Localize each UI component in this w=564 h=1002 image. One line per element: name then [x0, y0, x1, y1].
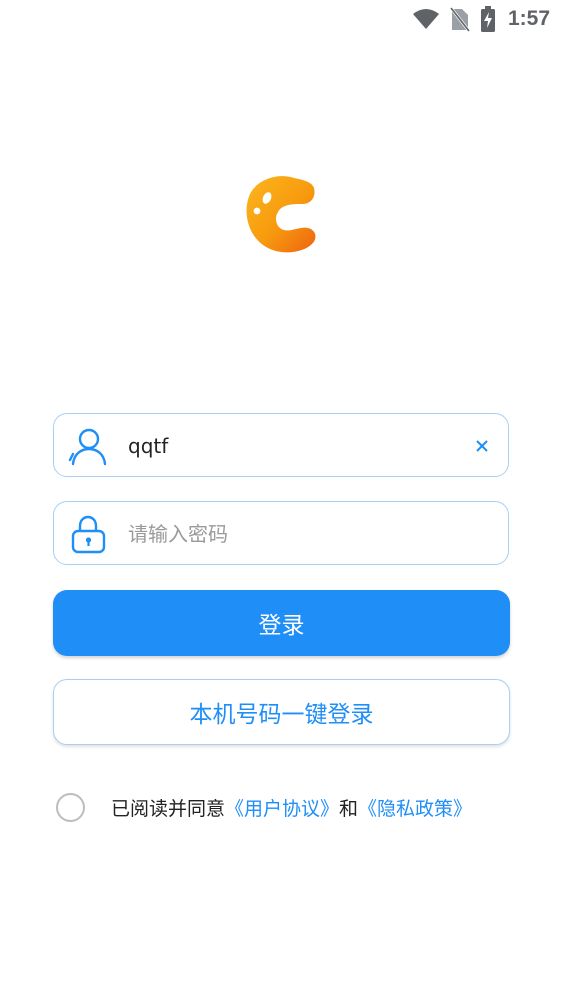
username-input[interactable] [128, 426, 458, 466]
agreement-prefix: 已阅读并同意 [111, 797, 226, 820]
privacy-policy-link[interactable]: 《隐私政策》 [358, 798, 472, 820]
app-logo [246, 176, 316, 253]
one-key-login-label: 本机号码一键登录 [189, 702, 374, 728]
login-button-label: 登录 [258, 613, 305, 639]
user-agreement-link[interactable]: 《用户协议》 [225, 798, 339, 820]
agreement-text: 已阅读并同意《用户协议》和《隐私政策》 [111, 794, 472, 821]
one-key-login-button[interactable]: 本机号码一键登录 [53, 679, 510, 745]
agreement-and: 和 [339, 797, 359, 820]
login-button[interactable]: 登录 [53, 590, 510, 656]
lock-icon [71, 515, 106, 554]
agreement-checkbox[interactable] [56, 792, 85, 822]
no-sim-icon [449, 7, 470, 32]
wifi-icon [412, 9, 439, 29]
close-icon [476, 440, 488, 452]
battery-charging-icon [480, 6, 495, 32]
status-time: 1:57 [507, 7, 550, 30]
password-field[interactable] [53, 501, 509, 565]
status-bar: 1:57 [0, 0, 564, 38]
agreement-row: 已阅读并同意《用户协议》和《隐私政策》 [56, 790, 472, 824]
user-icon [68, 428, 107, 466]
username-field[interactable] [53, 413, 509, 477]
clear-username-button[interactable] [470, 434, 494, 458]
status-icons: 1:57 [412, 6, 550, 32]
password-input[interactable] [128, 514, 458, 554]
